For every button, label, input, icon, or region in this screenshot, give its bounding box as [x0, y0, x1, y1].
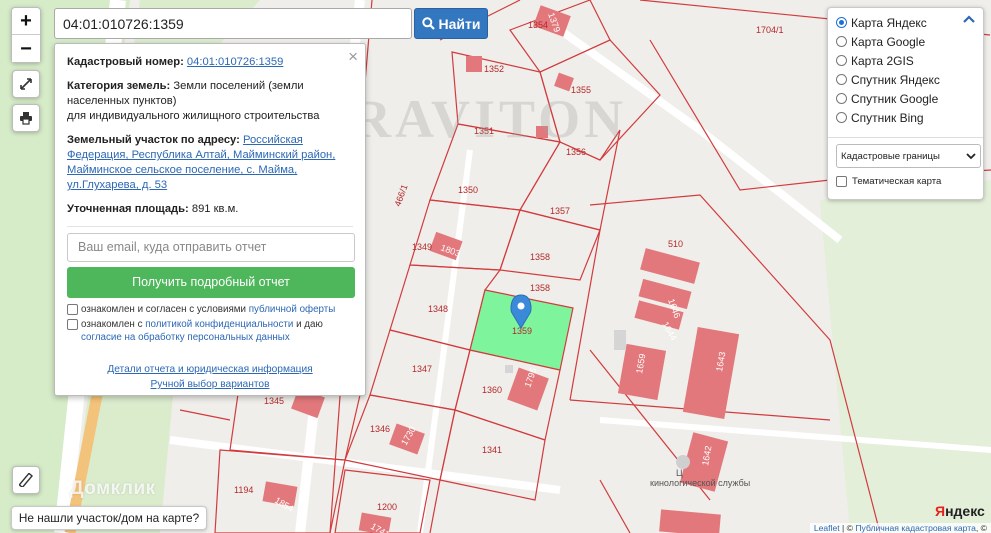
print-button[interactable] — [12, 104, 40, 132]
privacy-consent-row: ознакомлен с политикой конфиденциальност… — [67, 318, 353, 345]
zoom-out-button[interactable]: − — [12, 35, 40, 62]
personal-data-consent-link[interactable]: согласие на обработку персональных данны… — [81, 332, 290, 343]
parcel-number-label: 1358 — [530, 252, 550, 262]
offer-consent-row: ознакомлен и согласен с условиями публич… — [67, 303, 353, 317]
layer-radio[interactable] — [836, 36, 847, 47]
parcel-number-label: 1351 — [474, 126, 494, 136]
divider — [828, 137, 983, 138]
parcel-number-label: 1200 — [377, 502, 397, 512]
parcel-number-label: 1349 — [412, 242, 432, 252]
offer-consent-checkbox[interactable] — [67, 304, 78, 315]
domclick-watermark: Домклик — [70, 478, 156, 499]
parcel-number-label: 1358 — [530, 283, 550, 293]
layers-panel: Карта Яндекс Карта Google Карта 2GIS Спутни… — [827, 7, 984, 200]
address-label: Земельный участок по адресу: — [67, 134, 240, 146]
parcel-number-label: 1350 — [458, 185, 478, 195]
layer-radio[interactable] — [836, 93, 847, 104]
parcel-number-label: 1360 — [482, 385, 502, 395]
report-details-link[interactable]: Детали отчета и юридическая информация — [107, 364, 312, 375]
parcel-number-label: 1357 — [550, 206, 570, 216]
land-category-row: Категория земель: Земли поселений (земли… — [67, 79, 353, 124]
parcel-number-label: 1347 — [412, 364, 432, 374]
ruler-button[interactable] — [12, 466, 40, 494]
cadastral-number-row: Кадастровый номер: 04:01:010726:1359 — [67, 55, 353, 70]
parcel-info-popup: × Кадастровый номер: 04:01:010726:1359 К… — [54, 43, 366, 396]
category-label: Категория земель: — [67, 80, 171, 92]
area-value: 891 кв.м. — [191, 203, 239, 215]
parcel-number-label: 1341 — [482, 445, 502, 455]
offer-consent-text: ознакомлен и согласен с условиями — [81, 304, 246, 315]
zoom-control: + − — [11, 7, 41, 63]
parcel-number-label: 510 — [668, 239, 683, 249]
layer-option[interactable]: Карта Яндекс — [836, 13, 977, 32]
layer-option[interactable]: Карта Google — [836, 32, 977, 51]
manual-select-link[interactable]: Ручной выбор вариантов — [151, 379, 270, 390]
leaflet-link[interactable]: Leaflet — [814, 523, 840, 533]
map-attribution: Leaflet | © Публичная кадастровая карта,… — [809, 523, 991, 533]
layer-radio[interactable] — [836, 112, 847, 123]
close-icon[interactable]: × — [348, 47, 358, 67]
layer-option-label: Спутник Bing — [851, 110, 924, 125]
pkk-link[interactable]: Публичная кадастровая карта — [855, 523, 976, 533]
parcel-number-label: 1352 — [484, 64, 504, 74]
cadastral-search-input[interactable] — [54, 8, 412, 39]
printer-icon — [20, 112, 32, 125]
parcel-number-label: 1348 — [428, 304, 448, 314]
svg-text:Ц: Ц — [676, 468, 683, 478]
privacy-consent-text-b: и даю — [296, 318, 323, 330]
get-report-button[interactable]: Получить подробный отчет — [67, 267, 355, 298]
thematic-map-checkbox[interactable] — [836, 176, 847, 187]
category-use: для индивидуального жилищного строительс… — [67, 110, 320, 122]
search-button[interactable]: Найти — [414, 8, 488, 39]
parcel-number-label: 1359 — [512, 326, 532, 336]
search-button-label: Найти — [438, 15, 481, 32]
not-found-button[interactable]: Не нашли участок/дом на карте? — [11, 506, 207, 530]
ruler-icon — [19, 473, 33, 487]
search-icon — [421, 17, 435, 30]
public-offer-link[interactable]: публичной оферты — [249, 304, 336, 315]
layer-option[interactable]: Спутник Яндекс — [836, 70, 977, 89]
layer-option-label: Спутник Яндекс — [851, 72, 940, 87]
layer-radio[interactable] — [836, 55, 847, 66]
poi-label: кинологической службы — [650, 478, 750, 488]
layer-option-label: Спутник Google — [851, 91, 939, 106]
parcel-number-label: 1354 — [528, 20, 548, 30]
layer-option-label: Карта Google — [851, 34, 926, 49]
area-label: Уточненная площадь: — [67, 203, 189, 215]
email-field[interactable]: Ваш email, куда отправить отчет — [67, 233, 355, 262]
cadastral-label: Кадастровый номер: — [67, 56, 184, 68]
privacy-consent-text-a: ознакомлен с — [81, 318, 143, 330]
fullscreen-button[interactable] — [12, 70, 40, 98]
parcel-number-label: 1704/1 — [756, 25, 784, 35]
layer-option[interactable]: Спутник Bing — [836, 108, 977, 127]
area-row: Уточненная площадь: 891 кв.м. — [67, 202, 353, 217]
overlay-select-value: Кадастровые границы — [841, 150, 940, 162]
yandex-logo: Яндекс — [935, 503, 985, 519]
thematic-map-row[interactable]: Тематическая карта — [836, 176, 977, 187]
base-layer-options: Карта Яндекс Карта Google Карта 2GIS Спутни… — [836, 13, 977, 127]
layer-radio[interactable] — [836, 74, 847, 85]
privacy-consent-checkbox[interactable] — [67, 318, 78, 330]
layer-option[interactable]: Спутник Google — [836, 89, 977, 108]
parcel-number-label: 1194 — [234, 485, 253, 495]
layer-radio[interactable] — [836, 17, 847, 28]
address-row: Земельный участок по адресу: Российская … — [67, 133, 353, 193]
parcel-number-label: 1346 — [370, 424, 390, 434]
parcel-number-label: 1355 — [571, 85, 591, 95]
layer-option[interactable]: Карта 2GIS — [836, 51, 977, 70]
chevron-down-icon — [966, 152, 976, 159]
layer-option-label: Карта Яндекс — [851, 15, 927, 30]
overlay-select[interactable]: Кадастровые границы — [836, 144, 981, 168]
parcel-number-label: 1356 — [566, 147, 586, 157]
popup-footer-links: Детали отчета и юридическая информация Р… — [55, 362, 365, 392]
chevron-up-icon[interactable] — [963, 12, 975, 26]
layer-option-label: Карта 2GIS — [851, 53, 914, 68]
parcel-number-label: 1345 — [264, 396, 284, 406]
divider — [67, 226, 353, 227]
thematic-map-label: Тематическая карта — [852, 176, 942, 187]
expand-icon — [20, 78, 32, 90]
zoom-in-button[interactable]: + — [12, 8, 40, 35]
privacy-policy-link[interactable]: политикой конфиденциальности — [145, 319, 293, 330]
cadastral-number-link[interactable]: 04:01:010726:1359 — [187, 56, 283, 68]
